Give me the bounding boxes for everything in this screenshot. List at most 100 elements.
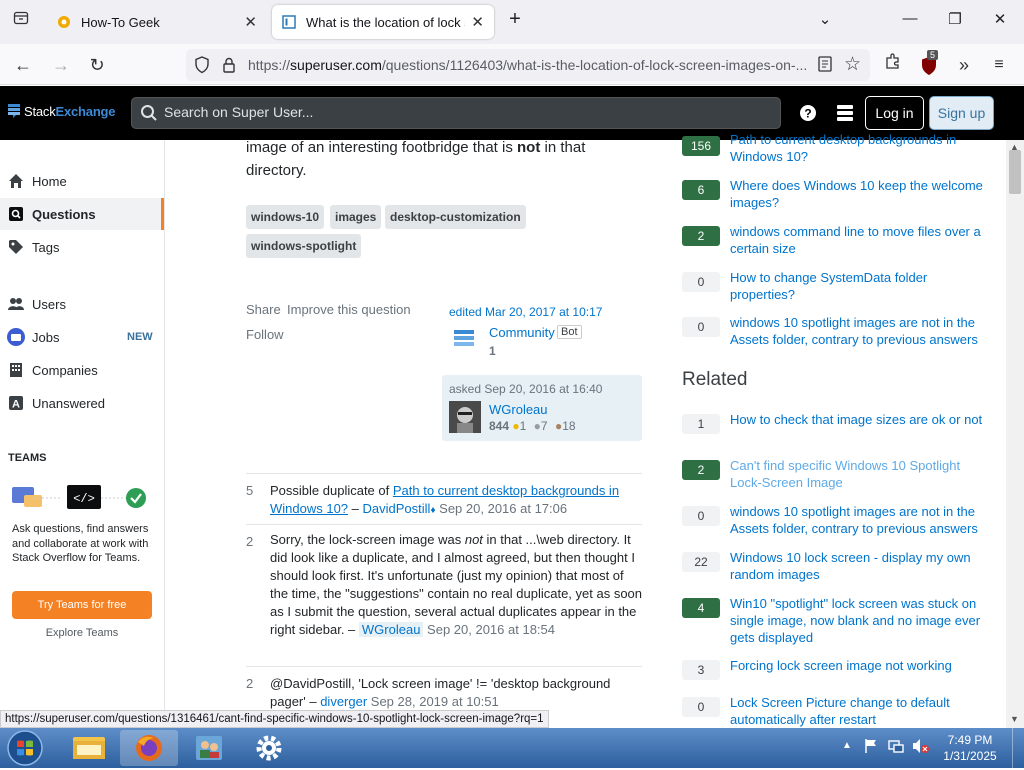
minimize-icon[interactable]: — <box>895 10 925 34</box>
back-icon[interactable]: ← <box>10 52 36 78</box>
question-link[interactable]: Where does Windows 10 keep the welcome i… <box>730 177 988 211</box>
sidebar-item-questions[interactable]: Questions <box>0 198 164 230</box>
address-bar[interactable]: https://superuser.com/questions/1126403/… <box>186 49 870 81</box>
share-link[interactable]: Share <box>246 302 281 317</box>
question-link[interactable]: Path to current desktop backgrounds in W… <box>730 131 988 165</box>
page-scrollbar[interactable]: ▲ ▼ <box>1006 140 1024 728</box>
scrollbar-thumb[interactable] <box>1009 150 1021 194</box>
editor-link[interactable]: Community <box>489 325 555 340</box>
stackexchange-logo[interactable]: StackExchange <box>8 104 116 119</box>
linked-question[interactable]: 0 windows 10 spotlight images are not in… <box>682 314 992 350</box>
firefox-icon[interactable] <box>120 730 178 766</box>
flag-icon[interactable] <box>864 738 878 757</box>
improve-question-link[interactable]: Improve this question <box>287 302 411 317</box>
explore-teams-link[interactable]: Explore Teams <box>12 627 152 639</box>
new-badge: NEW <box>127 331 153 343</box>
question-body: image of an interesting footbridge that … <box>246 136 646 182</box>
tag-images[interactable]: images <box>330 205 382 229</box>
related-question[interactable]: 0 Lock Screen Picture change to default … <box>682 694 992 728</box>
site-switcher-icon[interactable] <box>836 104 854 125</box>
tag-desktop-customization[interactable]: desktop-customization <box>385 205 526 229</box>
comment-user-link[interactable]: diverger <box>320 694 367 709</box>
question-link[interactable]: Win10 "spotlight" lock screen was stuck … <box>730 595 988 646</box>
ublock-icon[interactable]: 5 <box>920 50 939 79</box>
tag-windows-spotlight[interactable]: windows-spotlight <box>246 234 362 258</box>
show-hidden-icons-icon[interactable]: ▲ <box>842 740 852 751</box>
shield-icon[interactable] <box>194 56 210 77</box>
related-question[interactable]: 0 windows 10 spotlight images are not in… <box>682 503 992 539</box>
sidebar-item-home[interactable]: Home <box>0 165 164 197</box>
tab-superuser[interactable]: What is the location of lock scre ✕ <box>272 5 494 39</box>
start-button-icon[interactable] <box>6 729 44 770</box>
forward-icon[interactable]: → <box>48 52 74 78</box>
people-app-icon[interactable] <box>180 730 238 766</box>
extensions-icon[interactable] <box>880 52 906 78</box>
sidebar-item-jobs[interactable]: Jobs NEW <box>0 321 164 353</box>
edited-link[interactable]: edited Mar 20, 2017 at 10:17 <box>449 305 602 319</box>
sidebar-item-companies[interactable]: Companies <box>0 354 164 386</box>
bookmark-star-icon[interactable]: ☆ <box>844 53 861 76</box>
scroll-down-icon[interactable]: ▼ <box>1010 714 1019 724</box>
sidebar-item-label: Unanswered <box>32 395 105 411</box>
overflow-chevrons-icon[interactable]: » <box>951 52 977 78</box>
author-avatar[interactable] <box>449 401 481 433</box>
tab-howtogeek[interactable]: How-To Geek ✕ <box>47 5 267 39</box>
question-link[interactable]: windows 10 spotlight images are not in t… <box>730 314 988 348</box>
site-search[interactable] <box>131 97 781 129</box>
help-icon[interactable]: ? <box>798 103 818 126</box>
sidebar-item-tags[interactable]: Tags <box>0 231 164 263</box>
volume-muted-icon[interactable] <box>912 738 930 757</box>
question-link[interactable]: Windows 10 lock screen - display my own … <box>730 549 988 583</box>
follow-link[interactable]: Follow <box>246 327 284 342</box>
question-link[interactable]: windows 10 spotlight images are not in t… <box>730 503 988 537</box>
question-link[interactable]: Can't find specific Windows 10 Spotlight… <box>730 457 988 491</box>
linked-question[interactable]: 156 Path to current desktop backgrounds … <box>682 131 992 167</box>
network-icon[interactable] <box>888 738 904 757</box>
lock-icon[interactable] <box>222 56 236 77</box>
linked-question[interactable]: 0 How to change SystemData folder proper… <box>682 269 992 305</box>
reader-view-icon[interactable] <box>818 56 832 75</box>
sidebar-item-unanswered[interactable]: A Unanswered <box>0 387 164 419</box>
body-text: directory. <box>246 162 307 179</box>
related-question[interactable]: 4 Win10 "spotlight" lock screen was stuc… <box>682 595 992 647</box>
related-question[interactable]: 3 Forcing lock screen image not working <box>682 657 992 680</box>
vote-count-badge: 22 <box>682 552 720 572</box>
question-link[interactable]: How to change SystemData folder properti… <box>730 269 988 303</box>
tab-list-icon[interactable] <box>8 9 34 35</box>
question-link[interactable]: windows command line to move files over … <box>730 223 988 257</box>
comment-user-link[interactable]: WGroleau <box>358 622 424 637</box>
editor-reputation: 1 <box>489 344 496 358</box>
question-link[interactable]: Lock Screen Picture change to default au… <box>730 694 988 728</box>
tag-windows-10[interactable]: windows-10 <box>246 205 325 229</box>
comment-score: 2 <box>246 676 254 691</box>
settings-gear-icon[interactable] <box>240 730 298 766</box>
new-tab-icon[interactable]: + <box>500 8 530 32</box>
try-teams-button[interactable]: Try Teams for free <box>12 591 152 619</box>
author-link[interactable]: WGroleau <box>489 402 548 417</box>
search-icon <box>140 104 158 125</box>
system-clock[interactable]: 7:49 PM 1/31/2025 <box>940 732 1000 764</box>
signup-button[interactable]: Sign up <box>929 96 994 130</box>
search-input[interactable] <box>164 104 764 120</box>
restore-icon[interactable]: ❐ <box>940 10 970 34</box>
comment-user-link[interactable]: DavidPostill <box>363 501 431 516</box>
reload-icon[interactable]: ↻ <box>84 52 110 78</box>
related-question[interactable]: 1 How to check that image sizes are ok o… <box>682 411 992 447</box>
show-desktop-button[interactable] <box>1012 728 1024 768</box>
chevron-down-icon[interactable]: ⌄ <box>810 10 840 34</box>
linked-question[interactable]: 2 windows command line to move files ove… <box>682 223 992 259</box>
login-button[interactable]: Log in <box>865 96 924 130</box>
close-window-icon[interactable]: ✕ <box>985 10 1015 34</box>
sidebar-item-users[interactable]: Users <box>0 288 164 320</box>
close-tab-icon[interactable]: ✕ <box>471 13 484 31</box>
question-link[interactable]: Forcing lock screen image not working <box>730 657 988 674</box>
related-question[interactable]: 2 Can't find specific Windows 10 Spotlig… <box>682 457 992 493</box>
extension-badge: 5 <box>927 50 939 60</box>
linked-question[interactable]: 6 Where does Windows 10 keep the welcome… <box>682 177 992 213</box>
related-question[interactable]: 22 Windows 10 lock screen - display my o… <box>682 549 992 585</box>
file-explorer-icon[interactable] <box>60 730 118 766</box>
teams-heading: TEAMS <box>8 452 47 464</box>
close-tab-icon[interactable]: ✕ <box>244 13 257 31</box>
question-link[interactable]: How to check that image sizes are ok or … <box>730 411 988 428</box>
hamburger-menu-icon[interactable]: ≡ <box>986 52 1012 78</box>
